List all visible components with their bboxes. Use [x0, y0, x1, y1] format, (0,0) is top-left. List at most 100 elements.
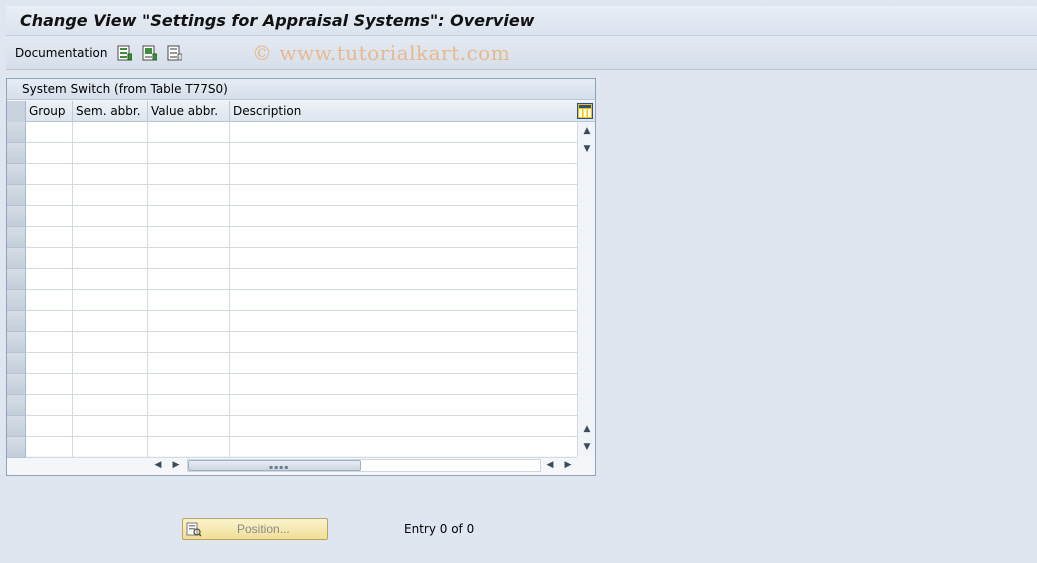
column-header-sem-abbr[interactable]: Sem. abbr. — [73, 101, 148, 122]
table-cell[interactable] — [73, 269, 148, 290]
table-cell[interactable] — [230, 416, 577, 437]
row-selector[interactable] — [7, 206, 26, 227]
table-cell[interactable] — [230, 290, 577, 311]
table-cell[interactable] — [148, 164, 230, 185]
table-cell[interactable] — [73, 395, 148, 416]
table-cell[interactable] — [230, 395, 577, 416]
vertical-scrollbar[interactable]: ▲ ▼ ▲ ▼ — [577, 122, 595, 456]
table-cell[interactable] — [148, 185, 230, 206]
row-selector[interactable] — [7, 416, 26, 437]
table-cell[interactable] — [230, 332, 577, 353]
table-cell[interactable] — [26, 122, 73, 143]
scroll-page-left-icon[interactable]: ◀ — [545, 460, 555, 470]
table-cell[interactable] — [230, 164, 577, 185]
table-cell[interactable] — [148, 332, 230, 353]
table-cell[interactable] — [230, 227, 577, 248]
table-cell[interactable] — [26, 311, 73, 332]
scroll-page-down-icon[interactable]: ▼ — [582, 144, 592, 154]
table-cell[interactable] — [230, 185, 577, 206]
table-cell[interactable] — [73, 122, 148, 143]
table-cell[interactable] — [26, 416, 73, 437]
table-cell[interactable] — [230, 248, 577, 269]
column-header-description[interactable]: Description — [230, 101, 577, 122]
row-selector[interactable] — [7, 353, 26, 374]
table-cell[interactable] — [148, 248, 230, 269]
table-cell[interactable] — [148, 311, 230, 332]
table-cell[interactable] — [73, 164, 148, 185]
scroll-page-right-icon[interactable]: ▶ — [171, 460, 181, 470]
row-selector[interactable] — [7, 311, 26, 332]
horizontal-scroll-thumb[interactable]: ▪▪▪▪ — [188, 460, 361, 471]
table-cell[interactable] — [26, 437, 73, 458]
scroll-left-icon[interactable]: ◀ — [153, 460, 163, 470]
row-selector[interactable] — [7, 227, 26, 248]
row-selector[interactable] — [7, 122, 26, 143]
table-cell[interactable] — [148, 437, 230, 458]
select-all-rows-button[interactable] — [7, 101, 26, 122]
column-header-group[interactable]: Group — [26, 101, 73, 122]
row-selector[interactable] — [7, 269, 26, 290]
select-all-icon[interactable] — [117, 45, 133, 61]
horizontal-scrollbar[interactable]: ◀ ▶ ▪▪▪▪ ◀ ▶ — [147, 457, 577, 474]
table-cell[interactable] — [73, 311, 148, 332]
table-cell[interactable] — [73, 332, 148, 353]
row-selector[interactable] — [7, 437, 26, 458]
row-selector[interactable] — [7, 185, 26, 206]
select-block-icon[interactable] — [142, 45, 158, 61]
table-cell[interactable] — [73, 374, 148, 395]
table-cell[interactable] — [230, 353, 577, 374]
row-selector[interactable] — [7, 248, 26, 269]
scroll-down-icon[interactable]: ▼ — [582, 442, 592, 452]
table-cell[interactable] — [26, 206, 73, 227]
row-selector[interactable] — [7, 143, 26, 164]
row-selector[interactable] — [7, 290, 26, 311]
row-selector[interactable] — [7, 395, 26, 416]
table-cell[interactable] — [73, 227, 148, 248]
table-cell[interactable] — [148, 290, 230, 311]
table-cell[interactable] — [26, 353, 73, 374]
table-cell[interactable] — [26, 374, 73, 395]
table-cell[interactable] — [26, 269, 73, 290]
table-cell[interactable] — [73, 143, 148, 164]
table-cell[interactable] — [148, 395, 230, 416]
table-cell[interactable] — [230, 374, 577, 395]
table-cell[interactable] — [73, 206, 148, 227]
column-header-value-abbr[interactable]: Value abbr. — [148, 101, 230, 122]
table-cell[interactable] — [73, 185, 148, 206]
table-cell[interactable] — [73, 290, 148, 311]
table-cell[interactable] — [73, 353, 148, 374]
table-cell[interactable] — [148, 227, 230, 248]
documentation-button[interactable]: Documentation — [15, 46, 108, 60]
table-cell[interactable] — [148, 353, 230, 374]
horizontal-scroll-track[interactable]: ▪▪▪▪ — [187, 459, 541, 472]
table-cell[interactable] — [26, 227, 73, 248]
table-cell[interactable] — [230, 437, 577, 458]
table-cell[interactable] — [26, 290, 73, 311]
table-cell[interactable] — [148, 374, 230, 395]
table-cell[interactable] — [148, 122, 230, 143]
table-cell[interactable] — [26, 332, 73, 353]
table-cell[interactable] — [73, 416, 148, 437]
scroll-right-icon[interactable]: ▶ — [563, 460, 573, 470]
table-cell[interactable] — [230, 143, 577, 164]
table-settings-icon[interactable] — [577, 103, 593, 119]
scroll-up-icon[interactable]: ▲ — [582, 126, 592, 136]
scroll-page-up-icon[interactable]: ▲ — [582, 424, 592, 434]
deselect-all-icon[interactable] — [167, 45, 183, 61]
table-cell[interactable] — [73, 437, 148, 458]
table-cell[interactable] — [230, 311, 577, 332]
table-cell[interactable] — [148, 206, 230, 227]
table-cell[interactable] — [26, 185, 73, 206]
table-cell[interactable] — [26, 248, 73, 269]
row-selector[interactable] — [7, 332, 26, 353]
table-cell[interactable] — [26, 395, 73, 416]
table-cell[interactable] — [26, 164, 73, 185]
table-cell[interactable] — [148, 143, 230, 164]
table-cell[interactable] — [148, 269, 230, 290]
table-cell[interactable] — [230, 269, 577, 290]
table-cell[interactable] — [230, 122, 577, 143]
table-cell[interactable] — [230, 206, 577, 227]
table-cell[interactable] — [148, 416, 230, 437]
row-selector[interactable] — [7, 164, 26, 185]
position-button[interactable]: Position... — [182, 518, 328, 540]
